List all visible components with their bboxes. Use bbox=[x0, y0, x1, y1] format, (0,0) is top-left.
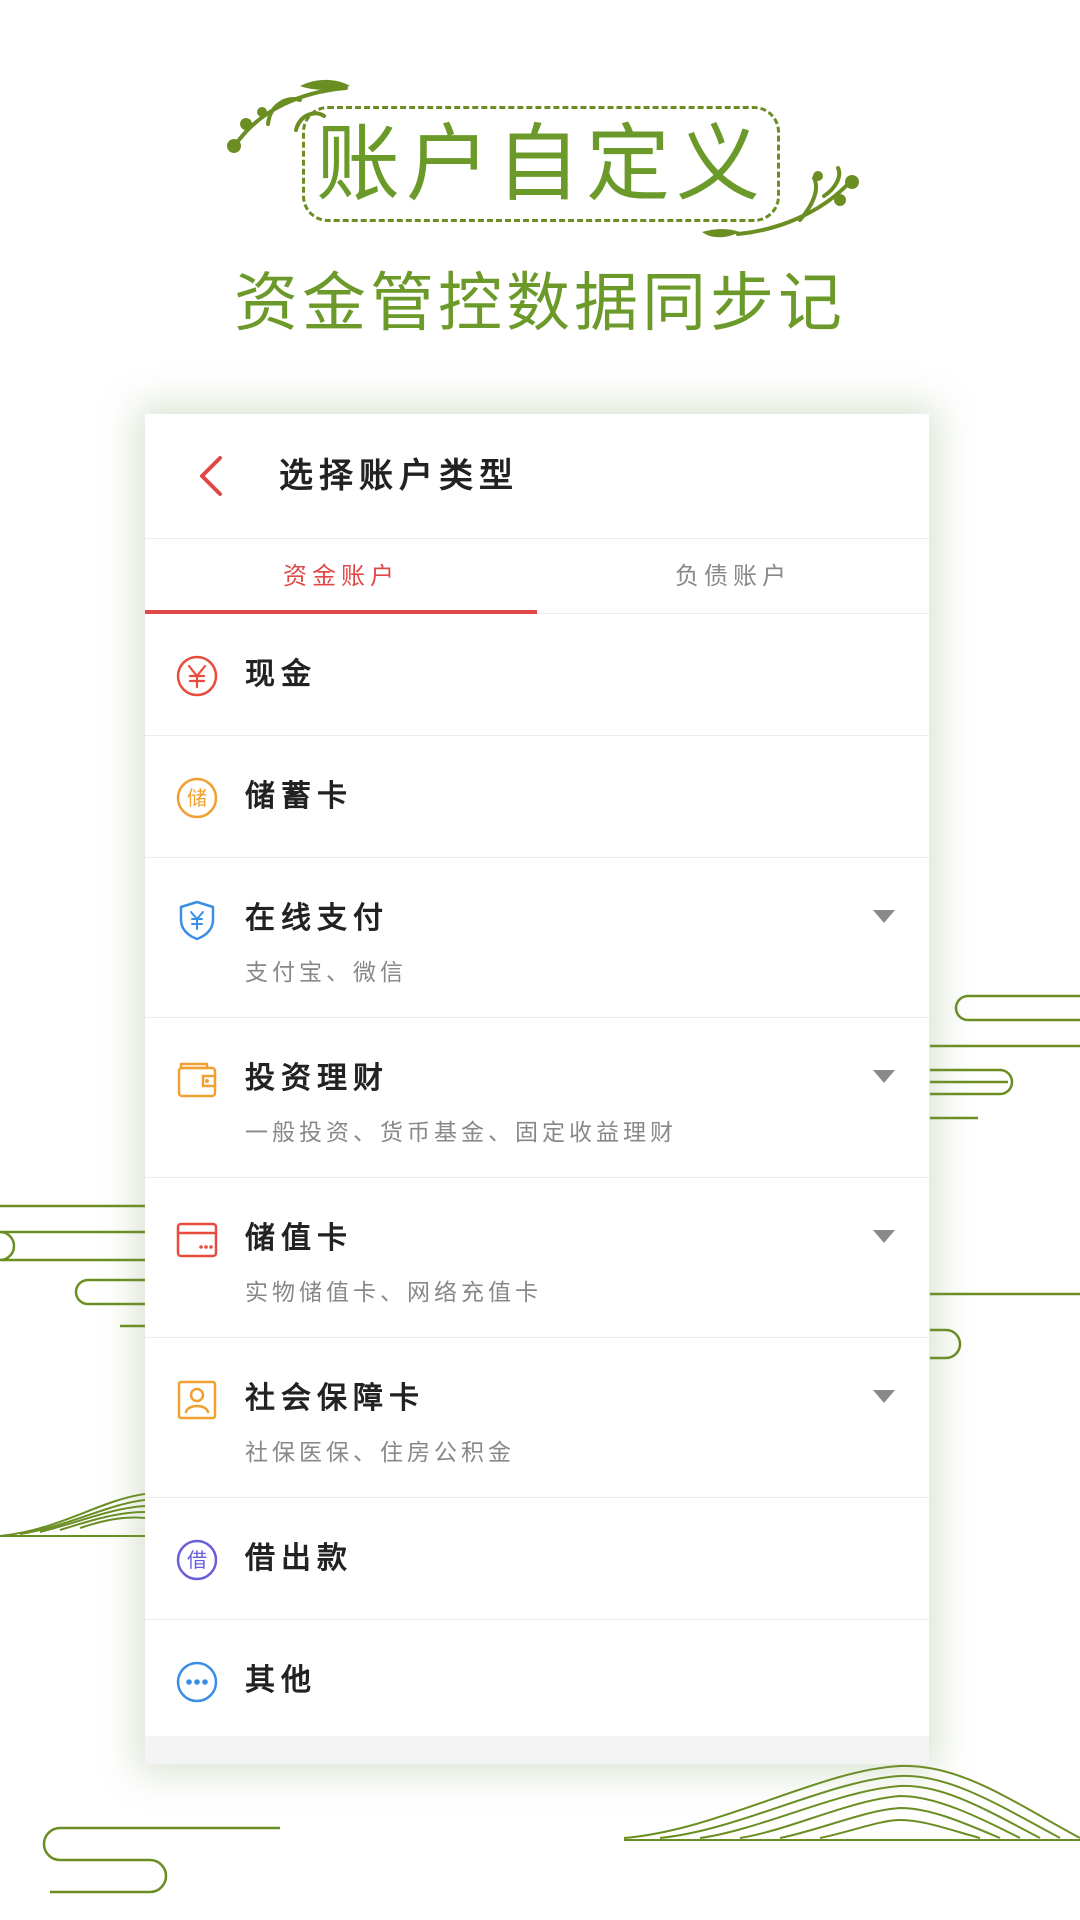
item-subtitle: 社保医保、住房公积金 bbox=[245, 1440, 515, 1466]
list-item-loan-out[interactable]: 借 借出款 bbox=[145, 1498, 929, 1620]
item-label: 其他 bbox=[245, 1663, 317, 1698]
promo-title: 账户自定义 bbox=[315, 115, 766, 213]
yuan-circle-icon bbox=[175, 654, 219, 698]
promo-title-frame: 账户自定义 bbox=[302, 106, 780, 222]
svg-text:借: 借 bbox=[187, 1548, 207, 1572]
list-item-online-payment[interactable]: 在线支付 支付宝、微信 bbox=[145, 858, 929, 1018]
promo-subtitle: 资金管控数据同步记 bbox=[234, 267, 846, 341]
savings-circle-icon: 储 bbox=[175, 776, 219, 820]
card-icon bbox=[175, 1218, 219, 1262]
expand-triangle-icon[interactable] bbox=[873, 1070, 895, 1083]
expand-triangle-icon[interactable] bbox=[873, 1390, 895, 1403]
person-card-icon bbox=[175, 1378, 219, 1422]
item-label: 储蓄卡 bbox=[245, 779, 353, 814]
item-label: 借出款 bbox=[245, 1541, 353, 1576]
item-label: 社会保障卡 bbox=[245, 1381, 425, 1416]
tab-asset-accounts[interactable]: 资金账户 bbox=[145, 539, 537, 614]
loan-circle-icon: 借 bbox=[175, 1538, 219, 1582]
list-item-cash[interactable]: 现金 bbox=[145, 614, 929, 736]
item-label: 现金 bbox=[245, 657, 317, 692]
list-item-other[interactable]: 其他 bbox=[145, 1620, 929, 1742]
list-item-stored-value-card[interactable]: 储值卡 实物储值卡、网络充值卡 bbox=[145, 1178, 929, 1338]
item-subtitle: 支付宝、微信 bbox=[245, 960, 407, 986]
svg-text:储: 储 bbox=[187, 786, 207, 810]
tab-liability-accounts[interactable]: 负债账户 bbox=[537, 539, 929, 613]
phone-screen: 选择账户类型 资金账户 负债账户 现金 储 储蓄卡 在线支付 支付宝、微信 投资… bbox=[145, 414, 929, 1764]
list-item-savings-card[interactable]: 储 储蓄卡 bbox=[145, 736, 929, 858]
expand-triangle-icon[interactable] bbox=[873, 910, 895, 923]
item-label: 投资理财 bbox=[245, 1061, 389, 1096]
wallet-icon bbox=[175, 1058, 219, 1102]
item-label: 在线支付 bbox=[245, 901, 389, 936]
list-item-social-security-card[interactable]: 社会保障卡 社保医保、住房公积金 bbox=[145, 1338, 929, 1498]
item-subtitle: 一般投资、货币基金、固定收益理财 bbox=[245, 1120, 677, 1146]
item-subtitle: 实物储值卡、网络充值卡 bbox=[245, 1280, 542, 1306]
chevron-left-icon bbox=[200, 456, 222, 496]
more-circle-icon bbox=[175, 1660, 219, 1704]
back-button[interactable] bbox=[181, 446, 241, 506]
top-bar: 选择账户类型 bbox=[145, 414, 929, 539]
page-title: 选择账户类型 bbox=[279, 456, 519, 496]
account-tabs: 资金账户 负债账户 bbox=[145, 539, 929, 614]
list-footer bbox=[145, 1736, 929, 1764]
expand-triangle-icon[interactable] bbox=[873, 1230, 895, 1243]
list-item-investment[interactable]: 投资理财 一般投资、货币基金、固定收益理财 bbox=[145, 1018, 929, 1178]
account-type-list: 现金 储 储蓄卡 在线支付 支付宝、微信 投资理财 一般投资、货币基金、固定收益… bbox=[145, 614, 929, 1742]
item-label: 储值卡 bbox=[245, 1221, 353, 1256]
yuan-shield-icon bbox=[175, 898, 219, 942]
